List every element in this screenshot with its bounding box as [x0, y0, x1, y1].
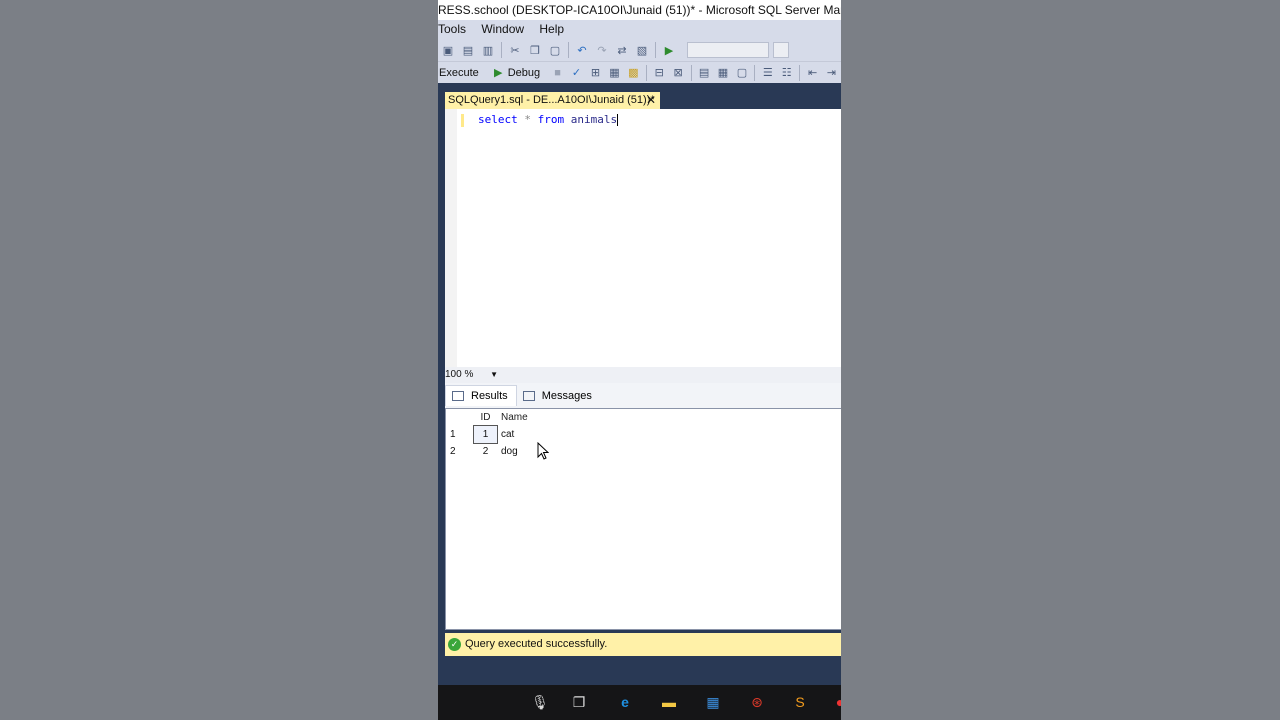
window-title: RESS.school (DESKTOP-ICA10OI\Junaid (51)… [438, 3, 841, 17]
keyword-select: select [478, 113, 518, 126]
wildcard: * [524, 113, 531, 126]
toolbar-separator [754, 64, 756, 81]
column-header-id[interactable]: ID [474, 409, 497, 426]
row-number[interactable]: 2 [446, 443, 474, 460]
stop-icon[interactable]: ■ [550, 65, 565, 81]
edge-browser-icon[interactable]: e [615, 692, 635, 712]
navigate-icon[interactable]: ⇄ [614, 42, 630, 58]
activity-monitor-icon[interactable]: ▧ [634, 42, 650, 58]
redo-icon[interactable]: ↷ [594, 42, 610, 58]
comment-icon[interactable]: ☰ [760, 65, 775, 81]
status-message: Query executed successfully. [465, 638, 608, 650]
new-query-icon[interactable]: ▣ [440, 42, 456, 58]
include-plan-icon[interactable]: ⊟ [652, 65, 667, 81]
store-icon[interactable]: ▦ [703, 692, 723, 712]
task-view-icon[interactable]: ❐ [569, 692, 589, 712]
sublime-text-icon[interactable]: S [790, 692, 810, 712]
messages-icon [522, 390, 535, 401]
editor-gutter [445, 109, 457, 367]
menu-bar: Tools Window Help [438, 20, 841, 39]
results-table: ID Name 1 1 cat 2 2 dog [446, 409, 532, 460]
grid-icon [452, 391, 464, 401]
text-caret [617, 114, 619, 126]
standard-toolbar: ▣ ▤ ▥ ✂ ❐ ▢ ↶ ↷ ⇄ ▧ ▶ [438, 39, 841, 62]
tab-messages[interactable]: Messages [517, 386, 600, 406]
title-bar: RESS.school (DESKTOP-ICA10OI\Junaid (51)… [438, 0, 841, 20]
toolbar-separator [568, 42, 569, 58]
platform-combo[interactable] [773, 42, 789, 58]
cut-icon[interactable]: ✂ [507, 42, 523, 58]
copy-icon[interactable]: ❐ [527, 42, 543, 58]
success-check-icon: ✓ [448, 638, 461, 651]
cell-id[interactable]: 1 [473, 425, 498, 444]
editor-code-line: select * from animals [478, 113, 619, 126]
keyword-from: from [537, 113, 565, 126]
cell-name[interactable]: dog [497, 443, 532, 460]
tab-results[interactable]: Results [445, 385, 517, 406]
query-editor[interactable]: select * from animals [445, 109, 841, 367]
header-row: ID Name [446, 409, 532, 426]
increase-indent-icon[interactable]: ⇥ [824, 65, 839, 81]
save-icon[interactable]: ▤ [460, 42, 476, 58]
toolbar-separator [799, 64, 801, 81]
zoom-level[interactable]: 100 % [445, 369, 473, 380]
row-number[interactable]: 1 [446, 426, 474, 443]
table-row: 2 2 dog [446, 443, 532, 460]
menu-window[interactable]: Window [481, 20, 524, 39]
tab-messages-label: Messages [541, 389, 592, 402]
ssms-window: RESS.school (DESKTOP-ICA10OI\Junaid (51)… [438, 0, 841, 720]
cell-name[interactable]: cat [497, 426, 532, 443]
mouse-pointer-icon [537, 442, 549, 460]
undo-icon[interactable]: ↶ [574, 42, 590, 58]
change-marker [461, 114, 464, 127]
toolbar-separator [645, 64, 647, 81]
app-red-circle-icon[interactable]: ● [830, 692, 841, 712]
cell-id[interactable]: 2 [474, 443, 497, 460]
tab-results-label: Results [471, 390, 508, 402]
toolbar-separator [655, 42, 656, 58]
client-stats-icon[interactable]: ⊠ [671, 65, 686, 81]
chevron-down-icon[interactable]: ▼ [490, 370, 498, 379]
table-row: 1 1 cat [446, 425, 532, 444]
results-to-file-icon[interactable]: ▩ [626, 65, 641, 81]
menu-help[interactable]: Help [539, 20, 564, 39]
debug-play-icon: ▶ [493, 67, 503, 79]
solution-config-combo[interactable] [687, 42, 769, 58]
column-header-name[interactable]: Name [497, 409, 532, 426]
save-all-icon[interactable]: ▥ [480, 42, 496, 58]
close-icon[interactable]: ✕ [646, 92, 656, 109]
toolbar-separator [690, 64, 692, 81]
app-red-icon[interactable]: ⊛ [747, 692, 767, 712]
decrease-indent-icon[interactable]: ⇤ [805, 65, 820, 81]
display-plan-icon[interactable]: ⊞ [588, 65, 603, 81]
results-to-text-icon[interactable]: ▤ [697, 65, 712, 81]
query-designer-icon[interactable]: ▦ [607, 65, 622, 81]
debug-button[interactable]: Debug [508, 67, 540, 79]
windows-taskbar: 🎙 ❐ e ▬ ▦ ⊛ S ● [438, 685, 841, 720]
results-to-grid-icon[interactable]: ▦ [715, 65, 730, 81]
tab-label: SQLQuery1.sql - DE...A10OI\Junaid (51))* [448, 94, 655, 106]
table-name: animals [570, 113, 618, 126]
results-tab-strip: Results Messages [445, 383, 841, 408]
uncomment-icon[interactable]: ☷ [779, 65, 794, 81]
parse-check-icon[interactable]: ✓ [569, 65, 584, 81]
zoom-bar: 100 % ▼ [445, 367, 841, 383]
toolbar-separator [501, 42, 502, 58]
results-file-icon[interactable]: ▢ [734, 65, 749, 81]
microphone-icon[interactable]: 🎙 [530, 692, 550, 712]
start-icon[interactable]: ▶ [661, 42, 677, 58]
tab-sqlquery1[interactable]: SQLQuery1.sql - DE...A10OI\Junaid (51))*… [445, 92, 660, 109]
execute-button[interactable]: Execute [439, 67, 479, 79]
results-grid[interactable]: ID Name 1 1 cat 2 2 dog [445, 408, 841, 630]
menu-tools[interactable]: Tools [438, 20, 466, 39]
file-explorer-icon[interactable]: ▬ [659, 692, 679, 712]
document-tab-strip: SQLQuery1.sql - DE...A10OI\Junaid (51))*… [438, 84, 841, 109]
query-status-bar: ✓ Query executed successfully. [445, 633, 841, 656]
sql-editor-toolbar: Execute ▶ Debug ■ ✓ ⊞ ▦ ▩ ⊟ ⊠ ▤ ▦ ▢ ☰ ☷ … [438, 62, 841, 83]
paste-icon[interactable]: ▢ [547, 42, 563, 58]
rownum-header [446, 409, 474, 426]
